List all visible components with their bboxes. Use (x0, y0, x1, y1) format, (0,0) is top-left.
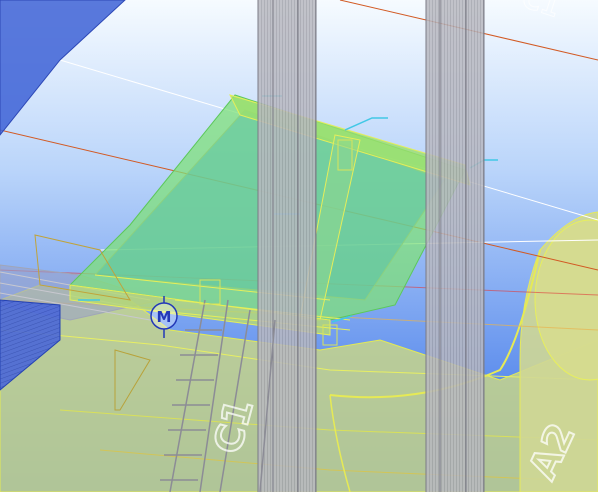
scene-canvas[interactable]: C1 A2 C1 M (0, 0, 598, 492)
model-viewport[interactable]: C1 A2 C1 M (0, 0, 598, 492)
column-right[interactable] (425, 0, 485, 492)
gizmo-letter: M (157, 308, 172, 326)
